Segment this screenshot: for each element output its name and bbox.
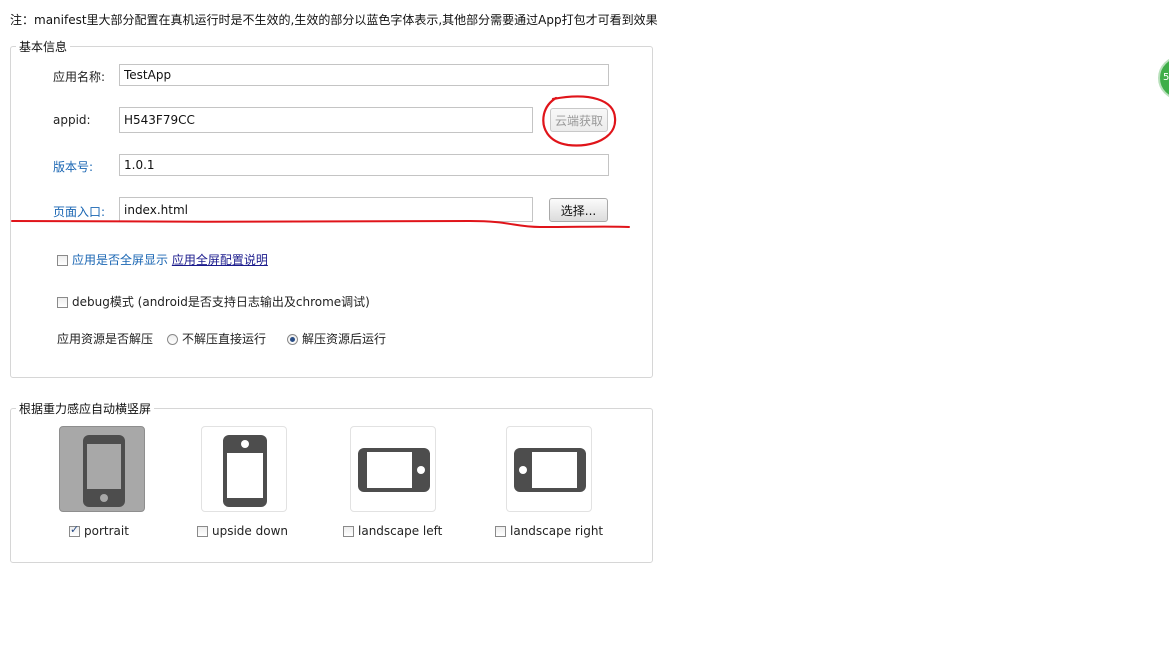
portrait-label: portrait	[84, 524, 129, 538]
portrait-option[interactable]: portrait	[69, 523, 129, 538]
fullscreen-row: 应用是否全屏显示 应用全屏配置说明	[57, 251, 268, 268]
fullscreen-label: 应用是否全屏显示	[72, 253, 169, 267]
choose-entry-button[interactable]: 选择...	[549, 198, 608, 222]
landscape-right-checkbox[interactable]	[495, 526, 506, 537]
unpack-no-radio[interactable]	[167, 334, 178, 345]
debug-label: debug模式 (android是否支持日志输出及chrome调试)	[72, 295, 370, 309]
landscape-left-option[interactable]: landscape left	[343, 524, 442, 538]
landscape-left-label: landscape left	[358, 524, 443, 538]
fullscreen-help-link[interactable]: 应用全屏配置说明	[172, 253, 268, 267]
unpack-yes-radio[interactable]	[287, 334, 298, 345]
app-name-input[interactable]	[119, 64, 609, 86]
landscape-left-tile[interactable]	[350, 426, 436, 512]
phone-portrait-icon	[83, 435, 125, 507]
upside-down-label: upside down	[212, 524, 289, 538]
upside-down-checkbox[interactable]	[197, 526, 208, 537]
unpack-label: 应用资源是否解压	[57, 332, 154, 346]
unpack-yes-label: 解压资源后运行	[302, 332, 387, 346]
landscape-left-checkbox[interactable]	[343, 526, 354, 537]
fullscreen-checkbox[interactable]	[57, 255, 68, 266]
unpack-option-yes[interactable]: 解压资源后运行	[287, 330, 386, 347]
appid-input[interactable]	[119, 107, 533, 133]
landscape-right-label: landscape right	[510, 524, 604, 538]
entry-label: 页面入口:	[53, 205, 106, 219]
unpack-no-label: 不解压直接运行	[182, 332, 267, 346]
upside-down-option[interactable]: upside down	[197, 524, 288, 538]
unpack-row: 应用资源是否解压	[57, 330, 153, 347]
phone-landscape-right-icon	[514, 448, 586, 492]
floating-badge[interactable]: 5	[1158, 56, 1169, 100]
version-label: 版本号:	[53, 160, 94, 174]
appid-label: appid:	[53, 113, 91, 127]
basic-info-legend: 基本信息	[19, 40, 68, 54]
landscape-right-option[interactable]: landscape right	[495, 524, 603, 538]
orientation-legend: 根据重力感应自动横竖屏	[19, 402, 152, 416]
landscape-right-tile[interactable]	[506, 426, 592, 512]
phone-upside-down-icon	[223, 435, 267, 507]
debug-row: debug模式 (android是否支持日志输出及chrome调试)	[57, 293, 370, 310]
phone-landscape-left-icon	[358, 448, 430, 492]
upside-down-tile[interactable]	[201, 426, 287, 512]
entry-input[interactable]	[119, 197, 533, 222]
cloud-fetch-button[interactable]: 云端获取	[550, 108, 608, 132]
manifest-note: 注：manifest里大部分配置在真机运行时是不生效的,生效的部分以蓝色字体表示…	[10, 13, 658, 27]
debug-checkbox[interactable]	[57, 297, 68, 308]
unpack-option-no[interactable]: 不解压直接运行	[167, 330, 266, 347]
portrait-tile[interactable]	[59, 426, 145, 512]
app-name-label: 应用名称:	[53, 70, 106, 84]
portrait-checkbox[interactable]	[69, 523, 80, 537]
version-input[interactable]	[119, 154, 609, 176]
